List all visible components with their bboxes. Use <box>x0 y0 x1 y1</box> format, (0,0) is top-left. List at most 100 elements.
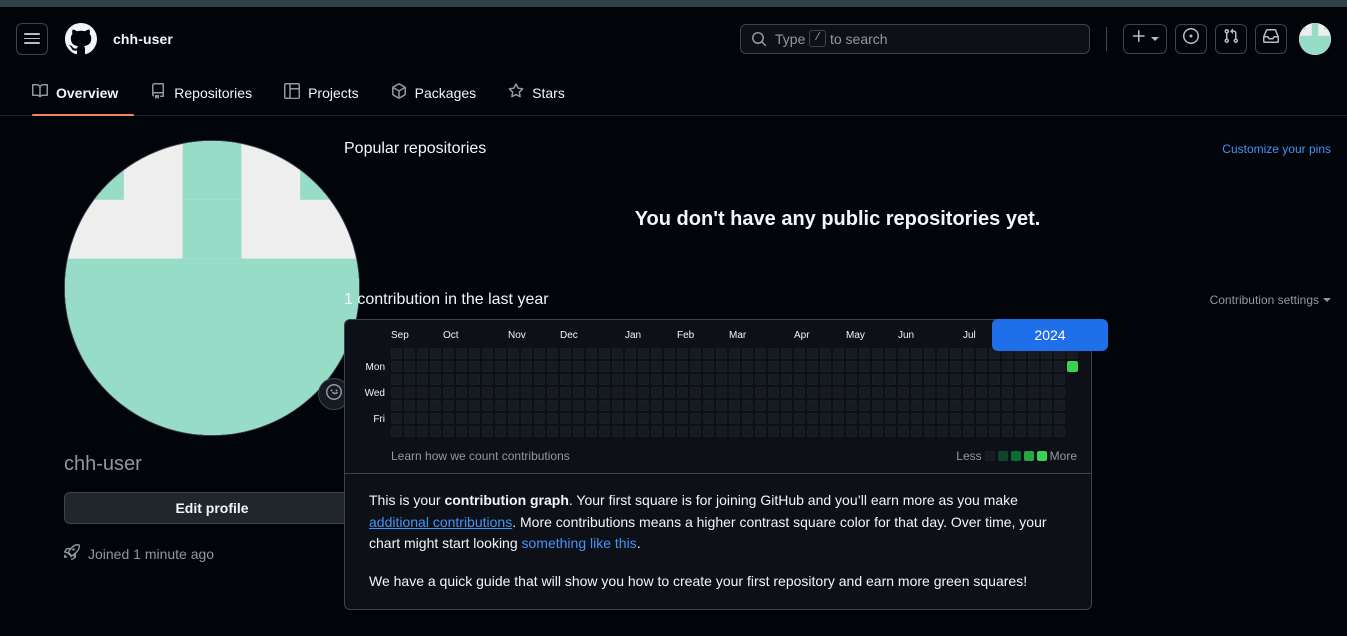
contribution-cell[interactable] <box>820 348 831 359</box>
contribution-cell[interactable] <box>807 413 818 424</box>
contribution-cell[interactable] <box>859 348 870 359</box>
contribution-cell[interactable] <box>716 413 727 424</box>
contribution-cell[interactable] <box>820 387 831 398</box>
contribution-cell[interactable] <box>1028 361 1039 372</box>
contribution-cell[interactable] <box>1041 361 1052 372</box>
contribution-cell[interactable] <box>703 348 714 359</box>
contribution-cell[interactable] <box>495 374 506 385</box>
contribution-cell[interactable] <box>508 413 519 424</box>
contribution-cell[interactable] <box>924 413 935 424</box>
contribution-cell[interactable] <box>651 374 662 385</box>
contribution-cell[interactable] <box>469 348 480 359</box>
contribution-cell[interactable] <box>664 413 675 424</box>
edit-profile-button[interactable]: Edit profile <box>64 492 360 524</box>
contribution-cell[interactable] <box>859 374 870 385</box>
contribution-cell[interactable] <box>651 413 662 424</box>
contribution-cell[interactable] <box>495 400 506 411</box>
contribution-cell[interactable] <box>508 400 519 411</box>
contribution-cell[interactable] <box>495 387 506 398</box>
contribution-cell[interactable] <box>430 400 441 411</box>
contribution-cell[interactable] <box>755 348 766 359</box>
contribution-cell[interactable] <box>898 374 909 385</box>
contribution-cell[interactable] <box>443 426 454 437</box>
contribution-cell[interactable] <box>976 361 987 372</box>
notifications-button[interactable] <box>1255 24 1287 54</box>
contribution-cell[interactable] <box>755 374 766 385</box>
contribution-cell[interactable] <box>677 374 688 385</box>
contribution-cell[interactable] <box>781 426 792 437</box>
tab-packages[interactable]: Packages <box>375 70 492 115</box>
contribution-cell[interactable] <box>638 400 649 411</box>
contribution-cell[interactable] <box>989 426 1000 437</box>
contribution-cell[interactable] <box>651 400 662 411</box>
contribution-cell[interactable] <box>755 361 766 372</box>
contribution-cell[interactable] <box>690 400 701 411</box>
contribution-cell[interactable] <box>1054 413 1065 424</box>
contribution-cell[interactable] <box>937 387 948 398</box>
contribution-cell[interactable] <box>1015 387 1026 398</box>
contribution-cell[interactable] <box>937 374 948 385</box>
contribution-cell[interactable] <box>690 387 701 398</box>
contribution-cell[interactable] <box>625 413 636 424</box>
contribution-cell[interactable] <box>573 348 584 359</box>
contribution-cell[interactable] <box>846 361 857 372</box>
contribution-cell[interactable] <box>768 387 779 398</box>
contribution-cell[interactable] <box>417 400 428 411</box>
contribution-cell[interactable] <box>885 387 896 398</box>
contribution-cell[interactable] <box>612 426 623 437</box>
contribution-cell[interactable] <box>1002 387 1013 398</box>
contribution-cell[interactable] <box>391 361 402 372</box>
contribution-cell[interactable] <box>586 426 597 437</box>
contribution-cell[interactable] <box>833 348 844 359</box>
contribution-cell[interactable] <box>807 374 818 385</box>
contribution-cell[interactable] <box>495 426 506 437</box>
contribution-cell[interactable] <box>1054 387 1065 398</box>
contribution-cell[interactable] <box>937 413 948 424</box>
contribution-cell[interactable] <box>599 348 610 359</box>
issues-button[interactable] <box>1175 24 1207 54</box>
contribution-cell[interactable] <box>599 413 610 424</box>
contribution-cell[interactable] <box>976 374 987 385</box>
contribution-cell[interactable] <box>885 413 896 424</box>
contribution-cell[interactable] <box>430 413 441 424</box>
contribution-cell[interactable] <box>989 387 1000 398</box>
contribution-cell[interactable] <box>820 413 831 424</box>
hamburger-icon[interactable] <box>16 23 48 55</box>
something-like-this-link[interactable]: something like this <box>522 535 637 551</box>
owner-name[interactable]: chh-user <box>113 31 173 47</box>
contribution-cell[interactable] <box>482 361 493 372</box>
contribution-cell[interactable] <box>729 361 740 372</box>
contribution-cell[interactable] <box>1067 361 1078 372</box>
contribution-cell[interactable] <box>534 348 545 359</box>
contribution-cell[interactable] <box>560 400 571 411</box>
contribution-cell[interactable] <box>846 387 857 398</box>
contribution-cell[interactable] <box>495 361 506 372</box>
avatar[interactable] <box>1299 23 1331 55</box>
contribution-cell[interactable] <box>469 387 480 398</box>
contribution-cell[interactable] <box>456 361 467 372</box>
contribution-cell[interactable] <box>443 374 454 385</box>
contribution-cell[interactable] <box>820 361 831 372</box>
contribution-cell[interactable] <box>547 374 558 385</box>
contribution-cell[interactable] <box>911 400 922 411</box>
contribution-cell[interactable] <box>898 361 909 372</box>
contribution-cell[interactable] <box>924 361 935 372</box>
contribution-cell[interactable] <box>1041 400 1052 411</box>
contribution-cell[interactable] <box>911 374 922 385</box>
contribution-cell[interactable] <box>404 374 415 385</box>
contribution-cell[interactable] <box>729 348 740 359</box>
contribution-cell[interactable] <box>976 426 987 437</box>
contribution-cell[interactable] <box>833 400 844 411</box>
contribution-cell[interactable] <box>560 361 571 372</box>
contribution-cell[interactable] <box>807 400 818 411</box>
contribution-cell[interactable] <box>690 426 701 437</box>
contribution-cell[interactable] <box>976 400 987 411</box>
contribution-cell[interactable] <box>1002 426 1013 437</box>
contribution-cell[interactable] <box>508 361 519 372</box>
contribution-cell[interactable] <box>729 400 740 411</box>
contribution-cell[interactable] <box>742 374 753 385</box>
contribution-cell[interactable] <box>508 387 519 398</box>
contribution-cell[interactable] <box>911 348 922 359</box>
contribution-cell[interactable] <box>911 361 922 372</box>
github-mark-icon[interactable] <box>65 23 97 55</box>
